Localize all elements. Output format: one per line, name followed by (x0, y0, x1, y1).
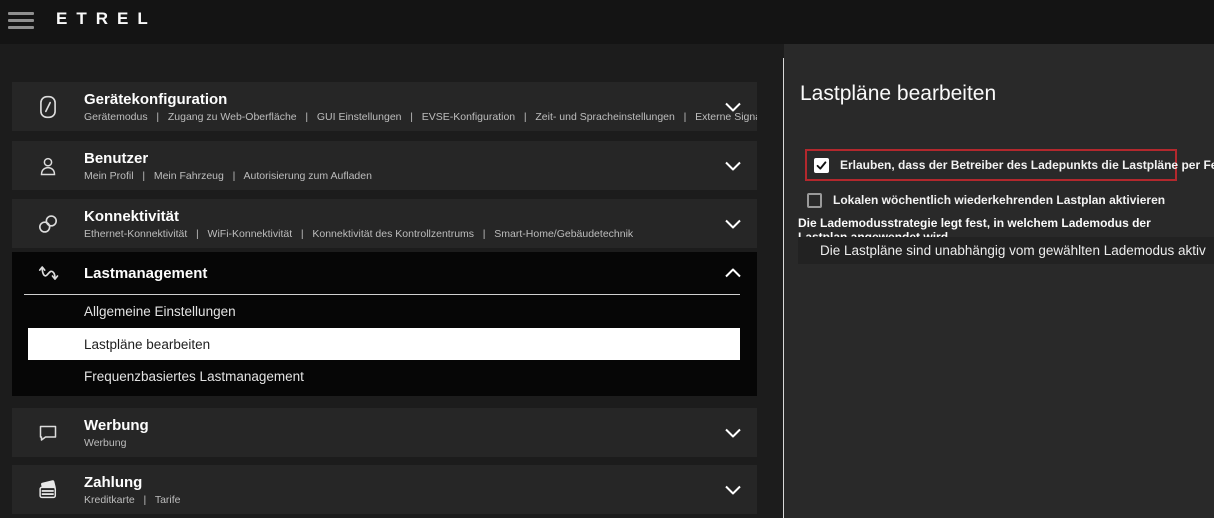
chevron-up-icon[interactable] (725, 269, 741, 278)
section-title: Benutzer (84, 150, 757, 167)
section-title: Zahlung (84, 474, 757, 491)
device-icon (12, 95, 84, 119)
section-benutzer[interactable]: Benutzer Mein Profil | Mein Fahrzeug | A… (12, 141, 757, 190)
section-werbung[interactable]: Werbung Werbung (12, 408, 757, 457)
section-title: Gerätekonfiguration (84, 91, 757, 108)
section-konnektivitaet[interactable]: Konnektivität Ethernet-Konnektivität | W… (12, 199, 757, 248)
chevron-down-icon[interactable] (725, 428, 741, 437)
charging-mode-strategy-value: Die Lastpläne sind unabhängig vom gewähl… (820, 243, 1206, 258)
local-weekly-plan-label: Lokalen wöchentlich wiederkehrenden Last… (833, 193, 1165, 207)
remote-load-plans-option-highlighted[interactable]: Erlauben, dass der Betreiber des Ladepun… (805, 149, 1177, 181)
section-subtitle: Kreditkarte | Tarife (84, 494, 757, 506)
cards-icon (12, 478, 84, 501)
section-zahlung[interactable]: Zahlung Kreditkarte | Tarife (12, 465, 757, 514)
checkmark-icon (816, 160, 827, 171)
section-subtitle: Mein Profil | Mein Fahrzeug | Autorisier… (84, 170, 757, 182)
etrel-logo: ETREL (56, 9, 157, 29)
content-panel: Lastpläne bearbeiten Erlauben, dass der … (784, 44, 1214, 518)
chevron-down-icon[interactable] (725, 102, 741, 111)
menu-item-lastplaene-bearbeiten-selected[interactable]: Lastpläne bearbeiten (28, 328, 740, 360)
local-weekly-plan-option[interactable]: Lokalen wöchentlich wiederkehrenden Last… (807, 191, 1207, 209)
settings-accordion-panel: Gerätekonfiguration Gerätemodus | Zugang… (0, 44, 783, 518)
remote-load-plans-label: Erlauben, dass der Betreiber des Ladepun… (840, 158, 1214, 172)
top-bar: ETREL (0, 0, 1214, 44)
menu-item-frequenzbasiertes-lastmanagement[interactable]: Frequenzbasiertes Lastmanagement (12, 360, 757, 393)
section-title: Werbung (84, 417, 757, 434)
chevron-down-icon[interactable] (725, 485, 741, 494)
section-lastmanagement-expanded: Lastmanagement Allgemeine Einstellungen … (12, 252, 757, 396)
remote-load-plans-checkbox[interactable] (814, 158, 829, 173)
section-title: Konnektivität (84, 208, 757, 225)
charging-mode-strategy-row[interactable]: Die Lastpläne sind unabhängig vom gewähl… (798, 237, 1214, 264)
app-window: ETREL Gerätekonfiguration Gerätemodus | … (0, 0, 1214, 518)
panel-divider (783, 58, 784, 518)
wave-arrows-icon (12, 262, 84, 285)
page-title: Lastpläne bearbeiten (800, 82, 996, 106)
chat-icon (12, 422, 84, 444)
user-icon (12, 155, 84, 177)
section-title: Lastmanagement (84, 265, 207, 282)
section-subtitle: Gerätemodus | Zugang zu Web-Oberfläche |… (84, 111, 757, 123)
menu-item-allgemeine-einstellungen[interactable]: Allgemeine Einstellungen (12, 295, 757, 328)
section-subtitle: Ethernet-Konnektivität | WiFi-Konnektivi… (84, 228, 757, 240)
hamburger-menu-icon[interactable] (8, 12, 34, 32)
chevron-down-icon[interactable] (725, 219, 741, 228)
section-lastmanagement-header[interactable]: Lastmanagement (12, 252, 757, 294)
local-weekly-plan-checkbox[interactable] (807, 193, 822, 208)
section-geraetekonfiguration[interactable]: Gerätekonfiguration Gerätemodus | Zugang… (12, 82, 757, 131)
section-subtitle: Werbung (84, 437, 757, 449)
link-icon (12, 212, 84, 236)
chevron-down-icon[interactable] (725, 161, 741, 170)
